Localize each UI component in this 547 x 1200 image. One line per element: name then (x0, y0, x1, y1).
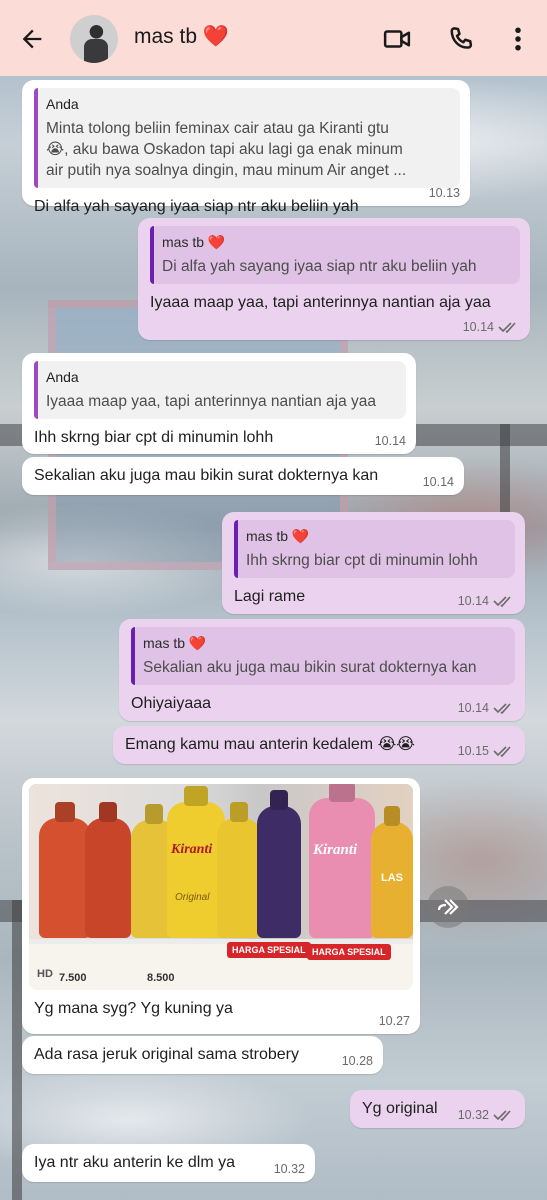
quoted-message[interactable]: Anda Minta tolong beliin feminax cair at… (34, 88, 460, 188)
heart-emoji: ❤️ (202, 25, 230, 48)
contact-name-text: mas tb (134, 25, 198, 48)
quote-text: Di alfa yah sayang iyaa siap ntr aku bel… (162, 258, 477, 275)
quoted-message[interactable]: Anda Iyaaa maap yaa, tapi anterinnya nan… (34, 361, 406, 419)
quote-author: mas tb ❤️ (143, 635, 207, 651)
bottle-label: LAS (381, 872, 403, 884)
bottle-pink: Kiranti (309, 798, 375, 938)
double-check-icon (493, 1110, 511, 1121)
back-arrow-icon[interactable] (18, 25, 46, 53)
wallpaper-post (12, 900, 22, 1200)
more-vert-icon[interactable] (503, 24, 533, 54)
message-time: 10.13 (428, 186, 460, 200)
special-price-tag: HARGA SPESIAL (307, 944, 391, 960)
bottle-brand: Kiranti (171, 842, 213, 857)
message-bubble-outgoing[interactable]: mas tb ❤️ Ihh skrng biar cpt di minumin … (222, 512, 525, 614)
message-text: Iyaaa maap yaa, tapi anterinnya nantian … (150, 294, 491, 311)
forward-button[interactable] (427, 886, 469, 928)
message-time: 10.14 (457, 594, 489, 608)
message-bubble-incoming[interactable]: Iya ntr aku anterin ke dlm ya 10.32 (22, 1144, 315, 1182)
message-time: 10.14 (422, 475, 454, 489)
quote-author: Anda (46, 96, 79, 112)
phone-icon[interactable] (446, 24, 476, 54)
message-time: 10.32 (273, 1162, 305, 1176)
bottle-purple (257, 806, 301, 938)
video-call-icon[interactable] (382, 24, 412, 54)
price-label: 8.500 (147, 972, 175, 984)
message-bubble-incoming[interactable]: Sekalian aku juga mau bikin surat dokter… (22, 457, 464, 495)
message-text: Ihh skrng biar cpt di minumin lohh (34, 429, 274, 446)
message-text: Iya ntr aku anterin ke dlm ya (34, 1154, 235, 1171)
message-text: Yg mana syg? Yg kuning ya (34, 1000, 233, 1017)
message-bubble-outgoing[interactable]: mas tb ❤️ Di alfa yah sayang iyaa siap n… (138, 218, 530, 340)
message-bubble-incoming[interactable]: Ada rasa jeruk original sama strobery 10… (22, 1036, 383, 1074)
avatar[interactable] (70, 15, 118, 63)
bottle-yellow (217, 818, 261, 938)
message-time: 10.14 (462, 320, 494, 334)
message-bubble-outgoing[interactable]: mas tb ❤️ Sekalian aku juga mau bikin su… (119, 619, 525, 721)
bottle-brand: Kiranti (313, 842, 358, 858)
quoted-message[interactable]: mas tb ❤️ Ihh skrng biar cpt di minumin … (234, 520, 515, 578)
quote-text: Iyaaa maap yaa, tapi anterinnya nantian … (46, 393, 377, 410)
forward-icon (437, 899, 459, 915)
quote-text: Minta tolong beliin feminax cair atau ga… (46, 120, 389, 137)
message-time: 10.28 (341, 1054, 373, 1068)
message-text: Di alfa yah sayang iyaa siap ntr aku bel… (34, 198, 359, 215)
bottle-orange (39, 818, 91, 938)
hd-badge: HD (37, 968, 53, 980)
message-time: 10.27 (378, 1014, 410, 1028)
message-time: 10.14 (374, 434, 406, 448)
message-bubble-incoming-image[interactable]: Kiranti Original Kiranti LAS HARGA SPESI… (22, 778, 420, 1034)
quote-text: air putih nya soalnya dingin, mau minum … (46, 162, 407, 179)
message-text: Sekalian aku juga mau bikin surat dokter… (34, 467, 379, 484)
quoted-message[interactable]: mas tb ❤️ Sekalian aku juga mau bikin su… (131, 627, 515, 685)
double-check-icon (493, 596, 511, 607)
bottle-gold: LAS (371, 822, 413, 938)
message-time: 10.15 (457, 744, 489, 758)
message-text: Emang kamu mau anterin kedalem 😭😭 (125, 736, 415, 753)
message-bubble-incoming[interactable]: Anda Minta tolong beliin feminax cair at… (22, 80, 470, 215)
photo-attachment[interactable]: Kiranti Original Kiranti LAS HARGA SPESI… (29, 784, 413, 990)
quote-author: Anda (46, 369, 79, 385)
quote-text: Ihh skrng biar cpt di minumin lohh (246, 552, 478, 569)
bottle-label: Original (175, 892, 210, 903)
double-check-icon (493, 746, 511, 757)
quote-author: mas tb ❤️ (162, 234, 226, 250)
message-bubble-outgoing[interactable]: Emang kamu mau anterin kedalem 😭😭 10.15 (113, 726, 525, 764)
message-bubble-outgoing[interactable]: Yg original 10.32 (350, 1090, 525, 1128)
quote-text: Sekalian aku juga mau bikin surat dokter… (143, 659, 477, 676)
double-check-icon (493, 703, 511, 714)
price-label: 7.500 (59, 972, 87, 984)
quote-text: 😭, aku bawa Oskadon tapi aku lagi ga ena… (46, 141, 403, 158)
double-check-icon (498, 322, 516, 333)
message-bubble-incoming[interactable]: Anda Iyaaa maap yaa, tapi anterinnya nan… (22, 353, 416, 454)
message-text: Ada rasa jeruk original sama strobery (34, 1046, 300, 1063)
bottle-orange (85, 818, 131, 938)
contact-name[interactable]: mas tb ❤️ (134, 25, 229, 49)
quote-author: mas tb ❤️ (246, 528, 310, 544)
chat-header: mas tb ❤️ (0, 0, 547, 76)
message-time: 10.32 (457, 1108, 489, 1122)
message-time: 10.14 (457, 701, 489, 715)
special-price-tag: HARGA SPESIAL (227, 942, 311, 958)
quoted-message[interactable]: mas tb ❤️ Di alfa yah sayang iyaa siap n… (150, 226, 520, 284)
